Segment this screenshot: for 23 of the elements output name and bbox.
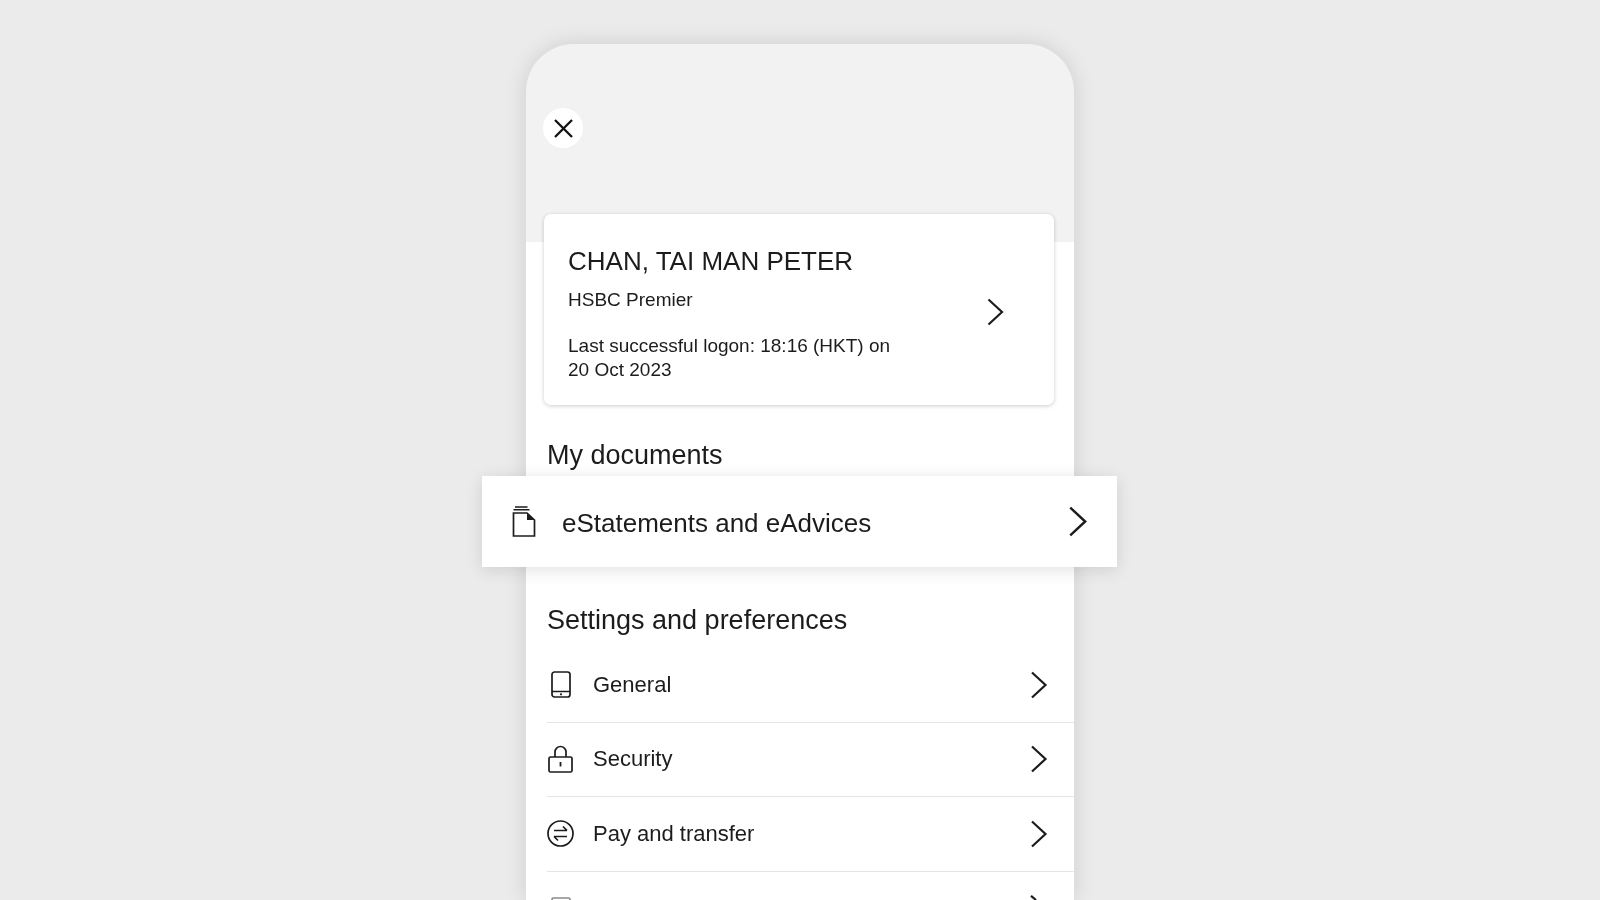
- menu-item[interactable]: General: [547, 648, 1074, 723]
- account-type-label: HSBC Premier: [568, 288, 693, 312]
- customer-name: CHAN, TAI MAN PETER: [568, 245, 854, 277]
- chevron-right-icon: [1030, 670, 1048, 699]
- phone-icon: [550, 671, 571, 699]
- close-button[interactable]: [543, 108, 583, 148]
- chevron-right-icon: [1030, 745, 1048, 774]
- last-logon-text: Last successful logon: 18:16 (HKT) on 20 Oct 2023: [568, 334, 892, 382]
- chevron-right-icon: [1030, 819, 1048, 848]
- chevron-right-icon: [1068, 506, 1088, 537]
- menu-item[interactable]: Security: [547, 722, 1074, 797]
- close-icon: [553, 118, 573, 138]
- chevron-right-icon: [1030, 895, 1037, 900]
- section-heading: Settings and preferences: [547, 604, 848, 637]
- chevron-right-icon: [987, 298, 1004, 326]
- menu-item[interactable]: eStatements and eAdvices: [482, 476, 1117, 567]
- transfer-icon: [547, 820, 574, 848]
- card-icon: [550, 897, 571, 900]
- profile-card[interactable]: CHAN, TAI MAN PETER HSBC Premier Last successful logon: 18:16 (HKT) on 20 Oct 2023: [544, 214, 1054, 405]
- section-heading: My documents: [547, 439, 723, 472]
- menu-item[interactable]: Pay and transfer: [547, 797, 1074, 872]
- lock-icon: [548, 745, 573, 774]
- document-icon: [512, 506, 536, 537]
